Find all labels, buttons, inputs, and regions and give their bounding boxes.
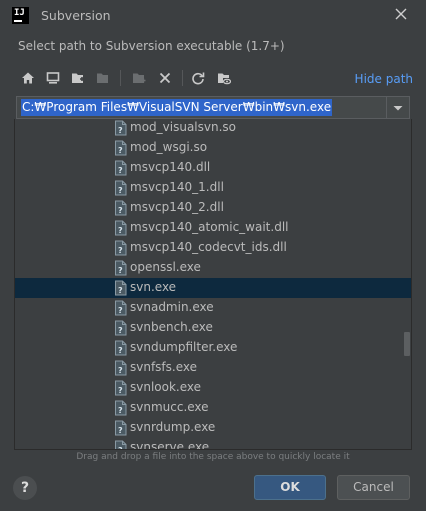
- list-item[interactable]: ? svnrdump.exe: [15, 418, 411, 438]
- list-item[interactable]: ? svnmucc.exe: [15, 398, 411, 418]
- unknown-file-icon: ?: [114, 280, 128, 296]
- svg-text:?: ?: [118, 366, 123, 375]
- path-field[interactable]: C:₩Program Files₩VisualSVN Server₩bin₩sv…: [16, 96, 410, 119]
- title-bar: IJ Subversion: [0, 0, 426, 32]
- file-name: openssl.exe: [130, 260, 201, 274]
- svg-text:?: ?: [118, 326, 123, 335]
- unknown-file-icon: ?: [114, 140, 128, 156]
- svg-text:?: ?: [118, 146, 123, 155]
- file-tree[interactable]: ? mod_visualsvn.so? mod_wsgi.so? msvcp140.d…: [14, 119, 412, 450]
- list-item[interactable]: ? mod_visualsvn.so: [15, 119, 411, 138]
- file-name: svnserve.exe: [130, 440, 210, 450]
- svg-text:?: ?: [118, 226, 123, 235]
- list-item[interactable]: ? svnlook.exe: [15, 378, 411, 398]
- list-item[interactable]: ? svnadmin.exe: [15, 298, 411, 318]
- file-name: mod_wsgi.so: [130, 140, 208, 154]
- unknown-file-icon: ?: [114, 160, 128, 176]
- hide-path-link[interactable]: Hide path: [355, 72, 413, 86]
- list-item[interactable]: ? svn.exe: [15, 278, 411, 298]
- dialog-description: Select path to Subversion executable (1.…: [18, 39, 285, 53]
- new-folder-icon[interactable]: [67, 67, 89, 89]
- svg-text:?: ?: [118, 186, 123, 195]
- file-name: svndumpfilter.exe: [130, 340, 238, 354]
- file-name: svnbench.exe: [130, 320, 213, 334]
- ok-button[interactable]: OK: [254, 475, 326, 500]
- app-icon: IJ: [12, 7, 29, 24]
- list-item[interactable]: ? msvcp140.dll: [15, 158, 411, 178]
- unknown-file-icon: ?: [114, 420, 128, 436]
- desktop-icon[interactable]: [42, 67, 64, 89]
- unknown-file-icon: ?: [114, 360, 128, 376]
- list-item[interactable]: ? svnbench.exe: [15, 318, 411, 338]
- file-name: msvcp140_1.dll: [130, 180, 224, 194]
- unknown-file-icon: ?: [114, 120, 128, 136]
- file-name: msvcp140_atomic_wait.dll: [130, 220, 289, 234]
- list-item[interactable]: ? svnfsfs.exe: [15, 358, 411, 378]
- file-name: mod_visualsvn.so: [130, 120, 236, 134]
- unknown-file-icon: ?: [114, 260, 128, 276]
- file-name: msvcp140_codecvt_ids.dll: [130, 240, 287, 254]
- svg-text:?: ?: [118, 266, 123, 275]
- unknown-file-icon: ?: [114, 300, 128, 316]
- list-item[interactable]: ? mod_wsgi.so: [15, 138, 411, 158]
- unknown-file-icon: ?: [114, 440, 128, 450]
- window-title: Subversion: [41, 8, 111, 23]
- close-icon[interactable]: [393, 6, 409, 22]
- new-folder-disabled-icon: [128, 67, 150, 89]
- svg-text:?: ?: [118, 306, 123, 315]
- file-name: svnadmin.exe: [130, 300, 214, 314]
- file-name: svnmucc.exe: [130, 400, 209, 414]
- list-item[interactable]: ? svnserve.exe: [15, 438, 411, 450]
- folder-disabled-icon: [92, 67, 114, 89]
- unknown-file-icon: ?: [114, 180, 128, 196]
- refresh-icon[interactable]: [187, 67, 209, 89]
- unknown-file-icon: ?: [114, 400, 128, 416]
- svg-text:?: ?: [118, 246, 123, 255]
- svg-text:?: ?: [118, 406, 123, 415]
- unknown-file-icon: ?: [114, 200, 128, 216]
- show-hidden-icon[interactable]: [213, 67, 235, 89]
- app-icon-text: IJ: [14, 8, 25, 18]
- unknown-file-icon: ?: [114, 340, 128, 356]
- list-item[interactable]: ? openssl.exe: [15, 258, 411, 278]
- scrollbar-thumb[interactable]: [404, 332, 410, 356]
- cancel-button[interactable]: Cancel: [337, 475, 410, 500]
- chevron-down-icon[interactable]: [390, 100, 406, 116]
- home-icon[interactable]: [17, 67, 39, 89]
- file-name: svn.exe: [130, 280, 177, 294]
- file-name: svnfsfs.exe: [130, 360, 198, 374]
- svg-text:?: ?: [118, 286, 123, 295]
- unknown-file-icon: ?: [114, 380, 128, 396]
- file-name: msvcp140_2.dll: [130, 200, 224, 214]
- unknown-file-icon: ?: [114, 220, 128, 236]
- svg-text:?: ?: [118, 386, 123, 395]
- file-name: msvcp140.dll: [130, 160, 211, 174]
- svg-text:?: ?: [118, 446, 123, 450]
- path-input[interactable]: C:₩Program Files₩VisualSVN Server₩bin₩sv…: [21, 99, 333, 116]
- svg-text:?: ?: [118, 346, 123, 355]
- help-button[interactable]: ?: [13, 476, 37, 500]
- drag-drop-hint: Drag and drop a file into the space abov…: [76, 452, 350, 462]
- file-name: svnlook.exe: [130, 380, 202, 394]
- list-item[interactable]: ? svndumpfilter.exe: [15, 338, 411, 358]
- svg-text:?: ?: [118, 126, 123, 135]
- unknown-file-icon: ?: [114, 240, 128, 256]
- list-item[interactable]: ? msvcp140_atomic_wait.dll: [15, 218, 411, 238]
- list-item[interactable]: ? msvcp140_codecvt_ids.dll: [15, 238, 411, 258]
- file-name: svnrdump.exe: [130, 420, 216, 434]
- delete-icon[interactable]: [154, 67, 176, 89]
- list-item[interactable]: ? msvcp140_1.dll: [15, 178, 411, 198]
- svg-text:?: ?: [118, 166, 123, 175]
- unknown-file-icon: ?: [114, 320, 128, 336]
- list-item[interactable]: ? msvcp140_2.dll: [15, 198, 411, 218]
- svg-text:?: ?: [118, 426, 123, 435]
- svg-text:?: ?: [118, 206, 123, 215]
